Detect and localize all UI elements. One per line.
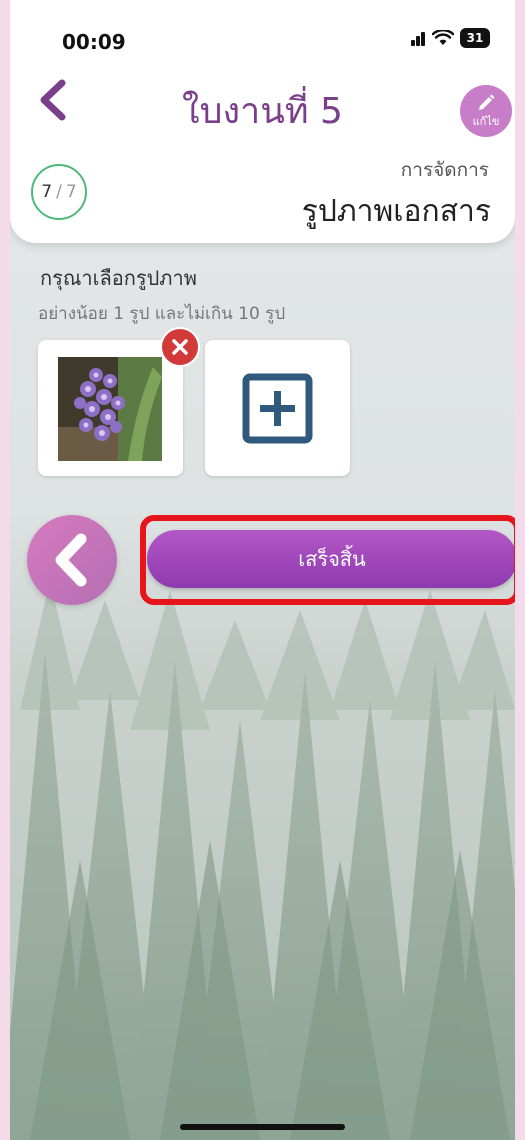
forest-background xyxy=(10,580,515,1140)
pencil-icon xyxy=(479,94,495,110)
highlight-box xyxy=(140,515,515,605)
progress-total: 7 xyxy=(65,182,77,202)
chevron-left-icon xyxy=(55,533,87,587)
selected-image-card[interactable] xyxy=(38,340,183,476)
home-indicator xyxy=(180,1124,345,1130)
manage-label: การจัดการ xyxy=(400,159,489,181)
choose-image-label: กรุณาเลือกรูปภาพ xyxy=(40,266,197,290)
add-image-icon[interactable] xyxy=(242,373,313,444)
status-time: 00:09 xyxy=(62,30,126,54)
progress-counter: 7 / 7 xyxy=(31,164,87,220)
wifi-icon xyxy=(432,30,454,45)
image-count-hint: อย่างน้อย 1 รูป และไม่เกิน 10 รูป xyxy=(38,304,286,324)
remove-image-button[interactable] xyxy=(160,327,200,367)
progress-current: 7 xyxy=(41,182,53,202)
section-title: รูปภาพเอกสาร xyxy=(301,194,491,229)
previous-step-button[interactable] xyxy=(27,515,117,605)
add-image-card[interactable] xyxy=(205,340,350,476)
edit-button[interactable]: แก้ไข xyxy=(460,85,512,137)
battery-icon: 31 xyxy=(460,28,490,48)
page-title: ใบงานที่ 5 xyxy=(182,91,343,132)
header-card: 00:09 31 ใบงานที่ 5 แก้ไข 7 / 7 การจัดกา… xyxy=(10,0,515,243)
close-icon xyxy=(172,339,188,355)
status-icons: 31 xyxy=(411,28,490,48)
edit-label: แก้ไข xyxy=(472,114,500,128)
orchid-photo xyxy=(58,357,162,461)
phone-screen: 00:09 31 ใบงานที่ 5 แก้ไข 7 / 7 การจัดกา… xyxy=(10,0,515,1140)
signal-icon xyxy=(411,30,426,46)
